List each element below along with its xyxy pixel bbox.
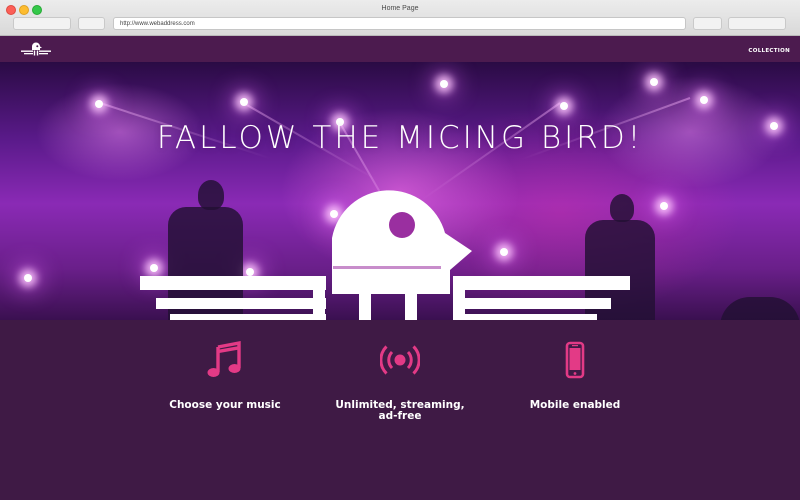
smartphone-icon bbox=[565, 341, 585, 379]
crowd-head bbox=[720, 297, 800, 320]
feature-label: Choose your music bbox=[169, 399, 281, 411]
broadcast-icon bbox=[380, 345, 420, 375]
feature-choose-music: Choose your music bbox=[145, 340, 305, 411]
feature-streaming: Unlimited, streaming, ad-free bbox=[320, 340, 480, 422]
share-button[interactable] bbox=[693, 17, 722, 30]
toolbar-right-button[interactable] bbox=[728, 17, 786, 30]
back-forward-button[interactable] bbox=[13, 17, 71, 30]
feature-label: Unlimited, streaming, ad-free bbox=[335, 399, 465, 422]
stage-light bbox=[95, 100, 103, 108]
feature-label: Mobile enabled bbox=[529, 399, 621, 411]
top-navbar: COLLECTION bbox=[0, 36, 800, 62]
bird-emblem-icon bbox=[140, 190, 630, 320]
hero-banner: FALLOW THE MICING BIRD! bbox=[0, 62, 800, 320]
hero-title: FALLOW THE MICING BIRD! bbox=[156, 120, 644, 156]
features-section: Choose your music Unlimited, streaming, … bbox=[0, 320, 800, 500]
stage-light bbox=[650, 78, 658, 86]
nav-link-collection[interactable]: COLLECTION bbox=[748, 48, 790, 54]
stage-light bbox=[700, 96, 708, 104]
web-page: COLLECTION FALLOW THE MICING BIRD! Choos… bbox=[0, 36, 800, 500]
stage-light bbox=[24, 274, 32, 282]
browser-chrome: Home Page http://www.webaddress.com bbox=[0, 0, 800, 36]
bird-logo-icon[interactable] bbox=[21, 41, 51, 57]
stage-light bbox=[660, 202, 668, 210]
stage-light bbox=[560, 102, 568, 110]
feature-mobile: Mobile enabled bbox=[495, 340, 655, 411]
stage-light bbox=[240, 98, 248, 106]
window-title: Home Page bbox=[381, 5, 419, 12]
stage-light bbox=[440, 80, 448, 88]
address-bar[interactable]: http://www.webaddress.com bbox=[113, 17, 686, 30]
music-note-icon bbox=[207, 340, 241, 377]
toolbar-button[interactable] bbox=[78, 17, 105, 30]
